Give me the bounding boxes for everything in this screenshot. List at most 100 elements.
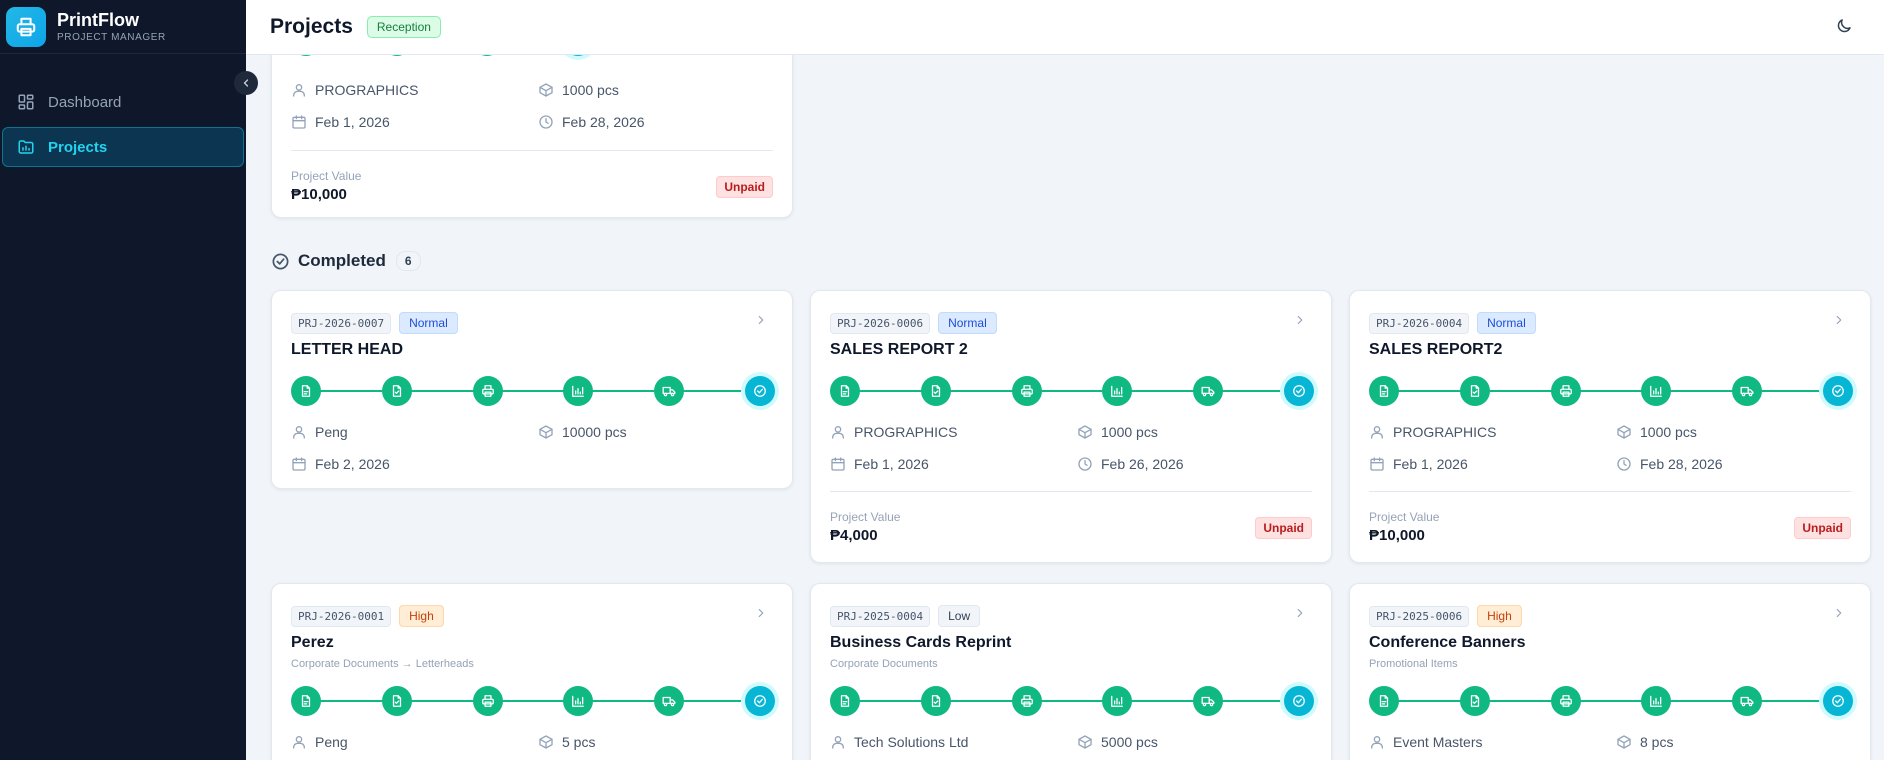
quantity: 1000 pcs bbox=[1640, 424, 1697, 440]
moon-icon bbox=[1837, 19, 1851, 33]
due-date-meta: Feb 26, 2026 bbox=[1077, 456, 1184, 472]
project-value: ₱4,000 bbox=[830, 527, 878, 544]
project-card[interactable]: PRJ-2026-0007 Normal LETTER HEAD Peng 10… bbox=[271, 290, 793, 489]
quantity-meta: 10000 pcs bbox=[538, 424, 627, 440]
chevron-right-icon[interactable] bbox=[1832, 606, 1846, 620]
file-icon bbox=[838, 694, 852, 708]
chart-bar-icon bbox=[1110, 384, 1124, 398]
sidebar-item-projects[interactable]: Projects bbox=[2, 127, 244, 167]
file-icon bbox=[1377, 384, 1391, 398]
truck-icon bbox=[1201, 384, 1215, 398]
printer-icon bbox=[1559, 384, 1573, 398]
user-icon bbox=[1369, 424, 1385, 440]
workflow-step bbox=[830, 376, 860, 406]
box-icon bbox=[1616, 424, 1632, 440]
quantity-meta: 5000 pcs bbox=[1077, 734, 1158, 750]
priority-badge: Normal bbox=[399, 312, 458, 334]
file-icon bbox=[838, 384, 852, 398]
workflow-step bbox=[1732, 686, 1763, 716]
file-icon bbox=[1377, 694, 1391, 708]
workflow-step bbox=[1550, 376, 1581, 406]
file-check-icon bbox=[1468, 694, 1482, 708]
chart-bar-icon bbox=[571, 384, 585, 398]
due-date: Feb 26, 2026 bbox=[1101, 456, 1184, 472]
chevron-right-icon[interactable] bbox=[1293, 606, 1307, 620]
client-name: PROGRAPHICS bbox=[1393, 424, 1497, 440]
workflow-step bbox=[381, 376, 412, 406]
project-card[interactable]: PRJ-2026-0006 Normal SALES REPORT 2 PROG… bbox=[810, 290, 1332, 563]
printer-icon bbox=[481, 694, 495, 708]
workflow-step bbox=[745, 376, 775, 406]
workflow-step bbox=[654, 686, 685, 716]
workflow-step bbox=[563, 376, 594, 406]
due-date-meta: Feb 28, 2026 bbox=[1616, 456, 1723, 472]
grid-icon bbox=[16, 92, 36, 112]
chevron-right-icon[interactable] bbox=[1832, 313, 1846, 327]
project-code: PRJ-2026-0007 bbox=[291, 312, 392, 334]
chart-bar-icon bbox=[571, 694, 585, 708]
workflow-step bbox=[472, 686, 503, 716]
payment-status-badge: Unpaid bbox=[1794, 517, 1851, 539]
section-count: 6 bbox=[395, 251, 421, 271]
quantity: 5 pcs bbox=[562, 734, 596, 750]
project-card[interactable]: PRJ-2026-0004 Normal SALES REPORT2 PROGR… bbox=[1349, 290, 1871, 563]
chevron-left-icon bbox=[243, 79, 249, 87]
project-title: SALES REPORT2 bbox=[1369, 341, 1503, 358]
topbar: Projects Reception bbox=[246, 0, 1884, 55]
client-meta: Event Masters bbox=[1369, 734, 1482, 750]
calendar-icon bbox=[291, 456, 307, 472]
client-meta: PROGRAPHICS bbox=[1369, 424, 1496, 440]
workflow-stepper bbox=[830, 376, 1314, 406]
due-date: Feb 28, 2026 bbox=[562, 114, 645, 130]
section-header-completed[interactable]: Completed 6 bbox=[271, 251, 421, 271]
project-category: Corporate Documents → Letterheads bbox=[291, 658, 474, 670]
project-category: Promotional Items bbox=[1369, 658, 1458, 670]
project-card[interactable]: PRJ-2025-0006 High Conference Banners Pr… bbox=[1349, 583, 1871, 760]
project-card[interactable]: PRJ-2026-0001 High Perez Corporate Docum… bbox=[271, 583, 793, 760]
workflow-step bbox=[1284, 686, 1314, 716]
user-icon bbox=[291, 82, 307, 98]
check-circle-icon bbox=[271, 252, 290, 271]
brand[interactable]: PrintFlow PROJECT MANAGER bbox=[0, 0, 246, 54]
workflow-step bbox=[1011, 376, 1042, 406]
sidebar-collapse-button[interactable] bbox=[234, 71, 258, 95]
printer-icon bbox=[1020, 694, 1034, 708]
workflow-step bbox=[1369, 686, 1399, 716]
quantity: 1000 pcs bbox=[562, 82, 619, 98]
check-circle-icon bbox=[1831, 384, 1845, 398]
file-check-icon bbox=[929, 384, 943, 398]
calendar-icon bbox=[1369, 456, 1385, 472]
truck-icon bbox=[662, 694, 676, 708]
quantity-meta: 1000 pcs bbox=[538, 82, 619, 98]
project-card[interactable]: PROGRAPHICS 1000 pcs Feb 1, 2026 Feb 28,… bbox=[271, 55, 793, 218]
due-date: Feb 28, 2026 bbox=[1640, 456, 1723, 472]
project-card[interactable]: PRJ-2025-0004 Low Business Cards Reprint… bbox=[810, 583, 1332, 760]
workflow-step bbox=[1641, 686, 1672, 716]
chevron-right-icon[interactable] bbox=[1293, 313, 1307, 327]
client-name: Tech Solutions Ltd bbox=[854, 734, 969, 750]
page-title: Projects bbox=[270, 15, 353, 38]
client-name: Event Masters bbox=[1393, 734, 1483, 750]
user-icon bbox=[291, 734, 307, 750]
chevron-right-icon[interactable] bbox=[754, 606, 768, 620]
truck-icon bbox=[1201, 694, 1215, 708]
sidebar-item-dashboard[interactable]: Dashboard bbox=[2, 82, 244, 122]
priority-badge: Normal bbox=[1477, 312, 1536, 334]
user-icon bbox=[291, 424, 307, 440]
priority-badge: High bbox=[399, 605, 444, 627]
quantity: 5000 pcs bbox=[1101, 734, 1158, 750]
chevron-right-icon[interactable] bbox=[754, 313, 768, 327]
box-icon bbox=[1077, 424, 1093, 440]
project-title: Business Cards Reprint bbox=[830, 634, 1012, 651]
project-code: PRJ-2025-0006 bbox=[1369, 605, 1470, 627]
project-title: Conference Banners bbox=[1369, 634, 1526, 651]
theme-toggle-button[interactable] bbox=[1832, 14, 1856, 38]
section-title: Completed bbox=[298, 251, 386, 270]
workflow-stepper bbox=[830, 686, 1314, 716]
client-meta: Peng bbox=[291, 424, 348, 440]
project-value: ₱10,000 bbox=[291, 186, 347, 203]
folder-chart-icon bbox=[16, 137, 36, 157]
box-icon bbox=[1077, 734, 1093, 750]
clock-icon bbox=[1077, 456, 1093, 472]
printer-icon bbox=[481, 384, 495, 398]
